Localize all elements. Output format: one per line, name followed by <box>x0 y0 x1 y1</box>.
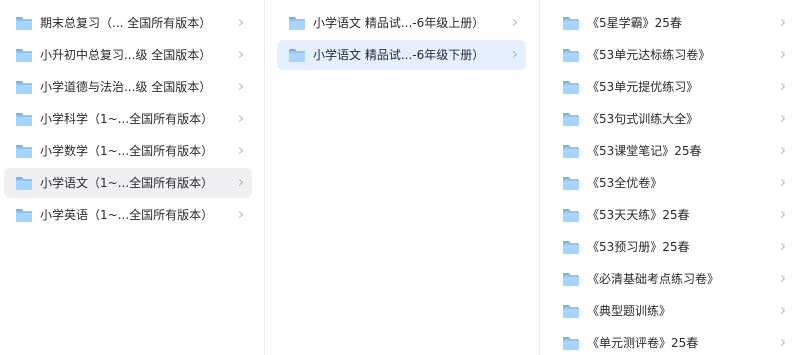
folder-icon <box>563 112 579 126</box>
folder-label: 《单元测评卷》25春 <box>587 336 699 350</box>
folder-label: 期末总复习（... 全国所有版本） <box>40 16 212 30</box>
folder-row-selected[interactable]: 小学语文（1~...全国所有版本） <box>4 168 252 198</box>
folder-label: 小学语文 精品试...-6年级下册） <box>313 48 485 62</box>
folder-row[interactable]: 《53句式训练大全》 <box>554 104 794 134</box>
folder-label: 《53单元提优练习》 <box>587 80 699 94</box>
folder-icon <box>563 240 579 254</box>
folder-icon <box>16 48 32 62</box>
folder-label: 小学语文（1~...全国所有版本） <box>40 176 214 190</box>
folder-row[interactable]: 《53预习册》25春 <box>554 232 794 262</box>
folder-icon <box>563 144 579 158</box>
folder-row[interactable]: 小学语文 精品试...-6年级上册） <box>277 8 526 38</box>
folder-icon <box>563 304 579 318</box>
folder-row[interactable]: 《53单元提优练习》 <box>554 72 794 102</box>
folder-icon <box>563 16 579 30</box>
folder-icon <box>563 336 579 350</box>
folder-label: 小升初中总复习...级 全国版本） <box>40 48 212 62</box>
folder-row[interactable]: 小学数学（1~...全国所有版本） <box>4 136 252 166</box>
folder-label: 《53课堂笔记》25春 <box>587 144 702 158</box>
folder-row[interactable]: 《单元测评卷》25春 <box>554 328 794 355</box>
folder-row[interactable]: 《53天天练》25春 <box>554 200 794 230</box>
folder-icon <box>563 48 579 62</box>
folder-column-2[interactable]: 小学语文 精品试...-6年级上册） 小学语文 精品试...-6年级下册） <box>265 0 540 355</box>
folder-row[interactable]: 小学科学（1~...全国所有版本） <box>4 104 252 134</box>
folder-icon <box>16 176 32 190</box>
folder-row[interactable]: 《5星学霸》25春 <box>554 8 794 38</box>
folder-row[interactable]: 小升初中总复习...级 全国版本） <box>4 40 252 70</box>
folder-icon <box>563 208 579 222</box>
folder-label: 小学语文 精品试...-6年级上册） <box>313 16 485 30</box>
folder-label: 《53单元达标练习卷》 <box>587 48 711 62</box>
folder-column-1[interactable]: 期末总复习（... 全国所有版本） 小升初中总复习...级 全国版本） 小学道德… <box>0 0 265 355</box>
folder-row[interactable]: 《53全优卷》 <box>554 168 794 198</box>
folder-label: 《53天天练》25春 <box>587 208 690 222</box>
folder-icon <box>289 48 305 62</box>
folder-label: 小学数学（1~...全国所有版本） <box>40 144 214 158</box>
folder-icon <box>16 112 32 126</box>
folder-label: 《53全优卷》 <box>587 176 663 190</box>
folder-label: 小学科学（1~...全国所有版本） <box>40 112 214 126</box>
folder-row[interactable]: 《53课堂笔记》25春 <box>554 136 794 166</box>
folder-label: 小学英语（1~...全国所有版本） <box>40 208 214 222</box>
folder-row[interactable]: 《典型题训练》 <box>554 296 794 326</box>
folder-label: 《典型题训练》 <box>587 304 672 318</box>
folder-icon <box>16 208 32 222</box>
folder-label: 《必清基础考点练习卷》 <box>587 272 720 286</box>
folder-row[interactable]: 小学英语（1~...全国所有版本） <box>4 200 252 230</box>
folder-icon <box>16 80 32 94</box>
folder-row-selected[interactable]: 小学语文 精品试...-6年级下册） <box>277 40 526 70</box>
folder-label: 《53预习册》25春 <box>587 240 690 254</box>
folder-column-3[interactable]: 《5星学霸》25春 《53单元达标练习卷》 《53单元提优练习》 《53句式训练… <box>540 0 800 355</box>
folder-icon <box>563 80 579 94</box>
folder-icon <box>16 144 32 158</box>
folder-browser: 期末总复习（... 全国所有版本） 小升初中总复习...级 全国版本） 小学道德… <box>0 0 800 355</box>
folder-icon <box>289 16 305 30</box>
folder-row[interactable]: 期末总复习（... 全国所有版本） <box>4 8 252 38</box>
folder-icon <box>16 16 32 30</box>
folder-label: 小学道德与法治...级 全国版本） <box>40 80 212 94</box>
folder-row[interactable]: 《必清基础考点练习卷》 <box>554 264 794 294</box>
folder-label: 《5星学霸》25春 <box>587 16 682 30</box>
folder-icon <box>563 272 579 286</box>
folder-label: 《53句式训练大全》 <box>587 112 699 126</box>
folder-icon <box>563 176 579 190</box>
folder-row[interactable]: 小学道德与法治...级 全国版本） <box>4 72 252 102</box>
folder-row[interactable]: 《53单元达标练习卷》 <box>554 40 794 70</box>
